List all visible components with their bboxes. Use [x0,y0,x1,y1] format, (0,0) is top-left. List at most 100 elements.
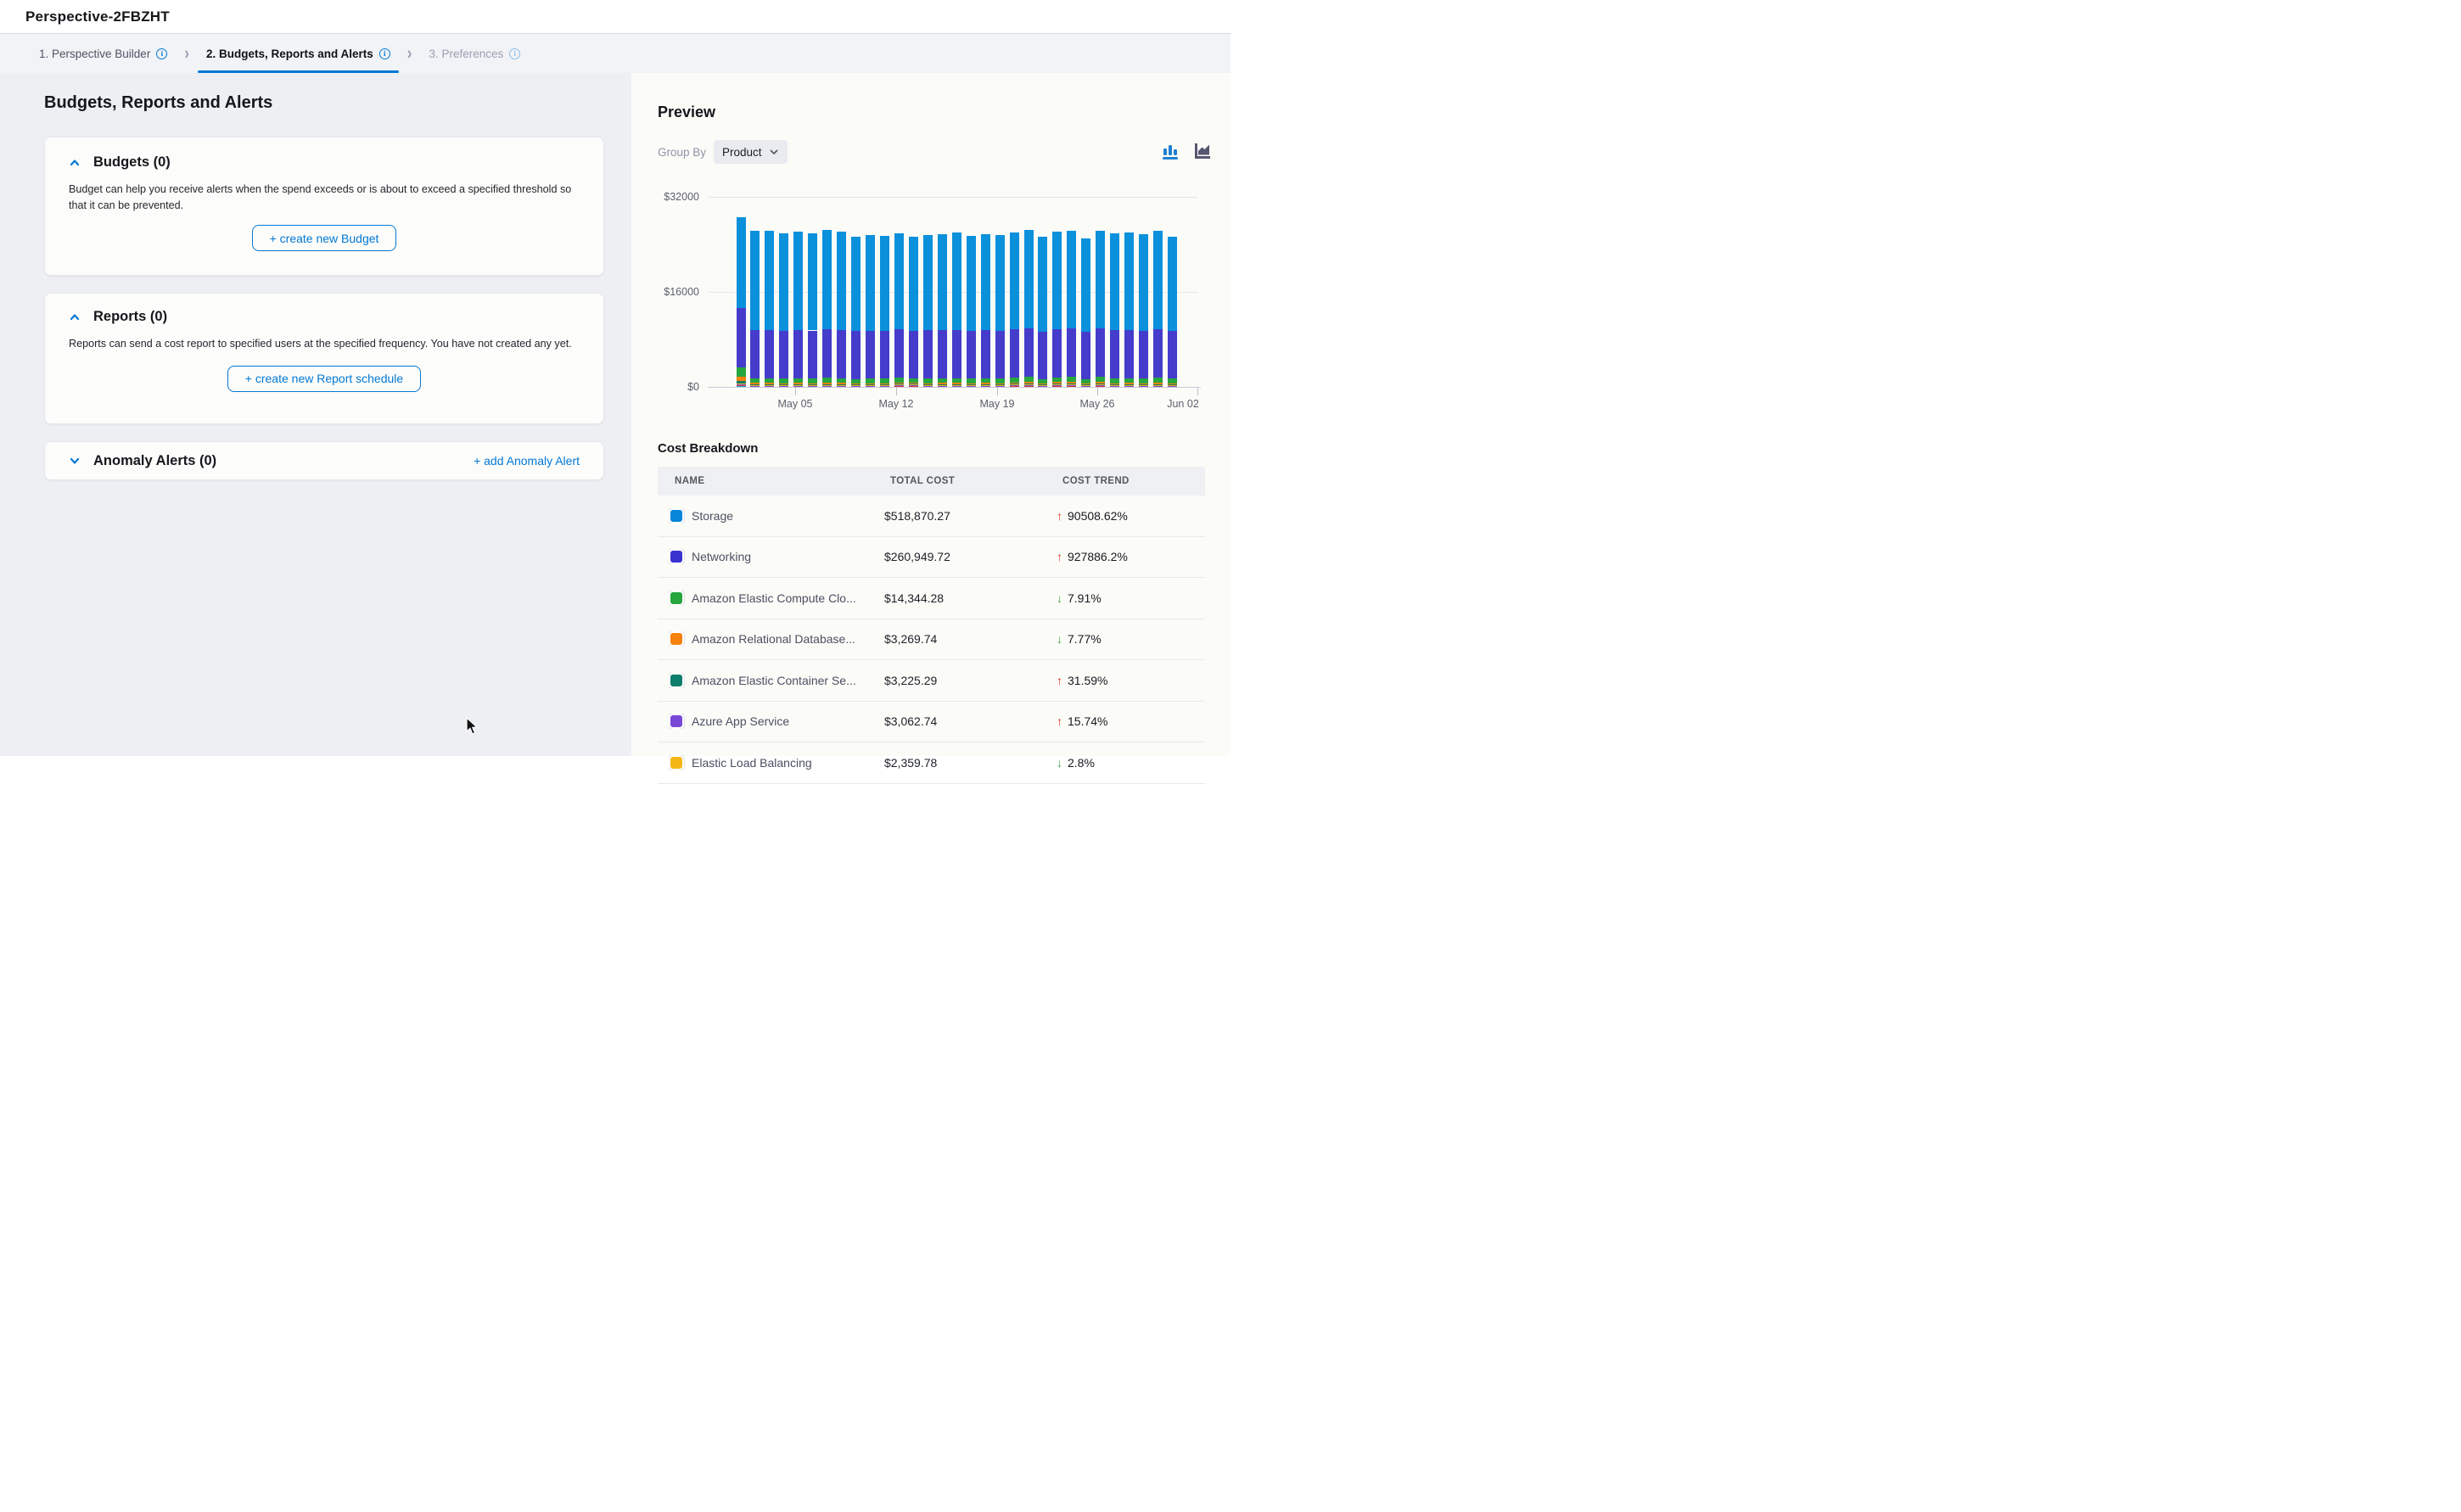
collapse-chevron-up-icon[interactable] [69,157,81,169]
table-row[interactable]: Amazon Elastic Container Se...$3,225.29↑… [658,660,1205,702]
bar-segment [837,378,846,384]
bar-may-10[interactable] [866,235,875,387]
bar-segment [894,383,904,384]
bar-segment [1153,385,1163,386]
bar-may-27[interactable] [1110,233,1119,387]
bar-segment [880,331,889,378]
bar-segment [938,386,947,387]
bar-segment [967,386,976,387]
bar-may-28[interactable] [1124,232,1134,387]
row-total-cost: $2,359.78 [884,756,1057,770]
x-axis-tick-label: May 26 [1070,398,1124,410]
series-color-swatch [669,549,684,564]
group-by-dropdown[interactable]: Product [714,140,788,164]
bar-segment [1081,386,1090,387]
bar-segment [851,386,861,387]
collapse-chevron-up-icon[interactable] [69,311,81,323]
bar-may-05[interactable] [793,232,803,387]
tab-preferences[interactable]: 3. Preferences i [423,34,525,73]
bar-segment [1096,231,1105,328]
bar-may-29[interactable] [1139,234,1148,387]
bar-may-07[interactable] [822,230,832,387]
row-name: Azure App Service [692,714,789,728]
cost-preview-chart: $32000 $16000 $0 May 05 May 12 May 19 Ma… [631,192,1225,429]
row-trend-percent: 7.91% [1068,591,1102,605]
bar-segment [981,385,990,386]
bar-may-03[interactable] [765,231,774,387]
bar-may-01[interactable] [737,217,746,387]
bar-segment [750,385,760,386]
row-name: Amazon Elastic Container Se... [692,674,856,687]
add-anomaly-alert-link[interactable]: + add Anomaly Alert [474,454,580,468]
bar-segment [923,386,933,387]
bar-segment [952,383,961,384]
x-axis-tick-label: May 12 [869,398,923,410]
series-color-swatch [669,755,684,770]
stacked-bars[interactable] [713,192,1201,387]
bar-may-16[interactable] [952,232,961,387]
bar-may-11[interactable] [880,236,889,387]
bar-may-12[interactable] [894,233,904,387]
table-row[interactable]: Amazon Elastic Compute Clo...$14,344.28↓… [658,578,1205,619]
bar-segment [1110,233,1119,330]
info-icon: i [509,48,520,59]
bar-segment [894,378,904,383]
bar-segment [1081,238,1090,333]
tab-perspective-builder[interactable]: 1. Perspective Builder i [34,34,172,73]
bar-may-30[interactable] [1153,231,1163,387]
bar-may-08[interactable] [837,232,846,387]
bar-may-06[interactable] [808,233,817,387]
table-row[interactable]: Azure App Service$3,062.74↑15.74% [658,702,1205,743]
bar-may-25[interactable] [1081,238,1090,387]
bar-may-14[interactable] [923,235,933,387]
bar-may-21[interactable] [1024,230,1034,387]
bar-segment [1168,385,1177,386]
bar-segment [1010,385,1019,386]
bar-segment [1096,328,1105,377]
column-header-total: TOTAL COST [890,476,1062,486]
bar-may-26[interactable] [1096,231,1105,387]
bar-may-19[interactable] [995,235,1005,387]
bar-segment [1010,384,1019,385]
bar-segment [880,386,889,387]
preview-panel: Preview Group By Product [631,73,1230,756]
bar-segment [779,233,788,331]
bar-may-18[interactable] [981,234,990,387]
bar-segment [1153,378,1163,383]
table-row[interactable]: Elastic Load Balancing$2,359.78↓2.8% [658,742,1205,784]
create-report-schedule-button[interactable]: + create new Report schedule [227,366,421,392]
create-budget-button[interactable]: + create new Budget [252,225,397,251]
bar-segment [1096,382,1105,383]
tab-budgets-reports-alerts[interactable]: 2. Budgets, Reports and Alerts i [201,34,395,73]
bar-may-09[interactable] [851,237,861,387]
table-row[interactable]: Amazon Relational Database...$3,269.74↓7… [658,619,1205,661]
bar-segment [851,386,861,387]
series-color-swatch [669,673,684,688]
bar-may-17[interactable] [967,236,976,387]
bar-segment [880,386,889,387]
bar-segment [851,379,861,384]
bar-segment [1168,378,1177,383]
bar-segment [765,384,774,385]
bar-may-24[interactable] [1067,231,1076,387]
table-row[interactable]: Storage$518,870.27↑90508.62% [658,496,1205,537]
bar-may-20[interactable] [1010,232,1019,387]
bar-segment [952,232,961,329]
bar-segment [938,386,947,387]
bar-segment [822,386,832,387]
bar-may-13[interactable] [909,237,918,387]
table-row[interactable]: Networking$260,949.72↑927886.2% [658,537,1205,579]
bar-segment [1110,330,1119,378]
bar-may-02[interactable] [750,231,760,387]
bar-segment [822,230,832,329]
bar-may-15[interactable] [938,234,947,387]
bar-segment [822,384,832,385]
bar-chart-toggle-icon[interactable] [1160,141,1180,161]
bar-may-23[interactable] [1052,232,1062,387]
bar-may-22[interactable] [1038,237,1047,387]
bar-may-04[interactable] [779,233,788,387]
bar-may-31[interactable] [1168,237,1177,387]
bar-segment [1139,385,1148,386]
area-chart-toggle-icon[interactable] [1191,141,1212,161]
expand-chevron-down-icon[interactable] [69,455,81,467]
